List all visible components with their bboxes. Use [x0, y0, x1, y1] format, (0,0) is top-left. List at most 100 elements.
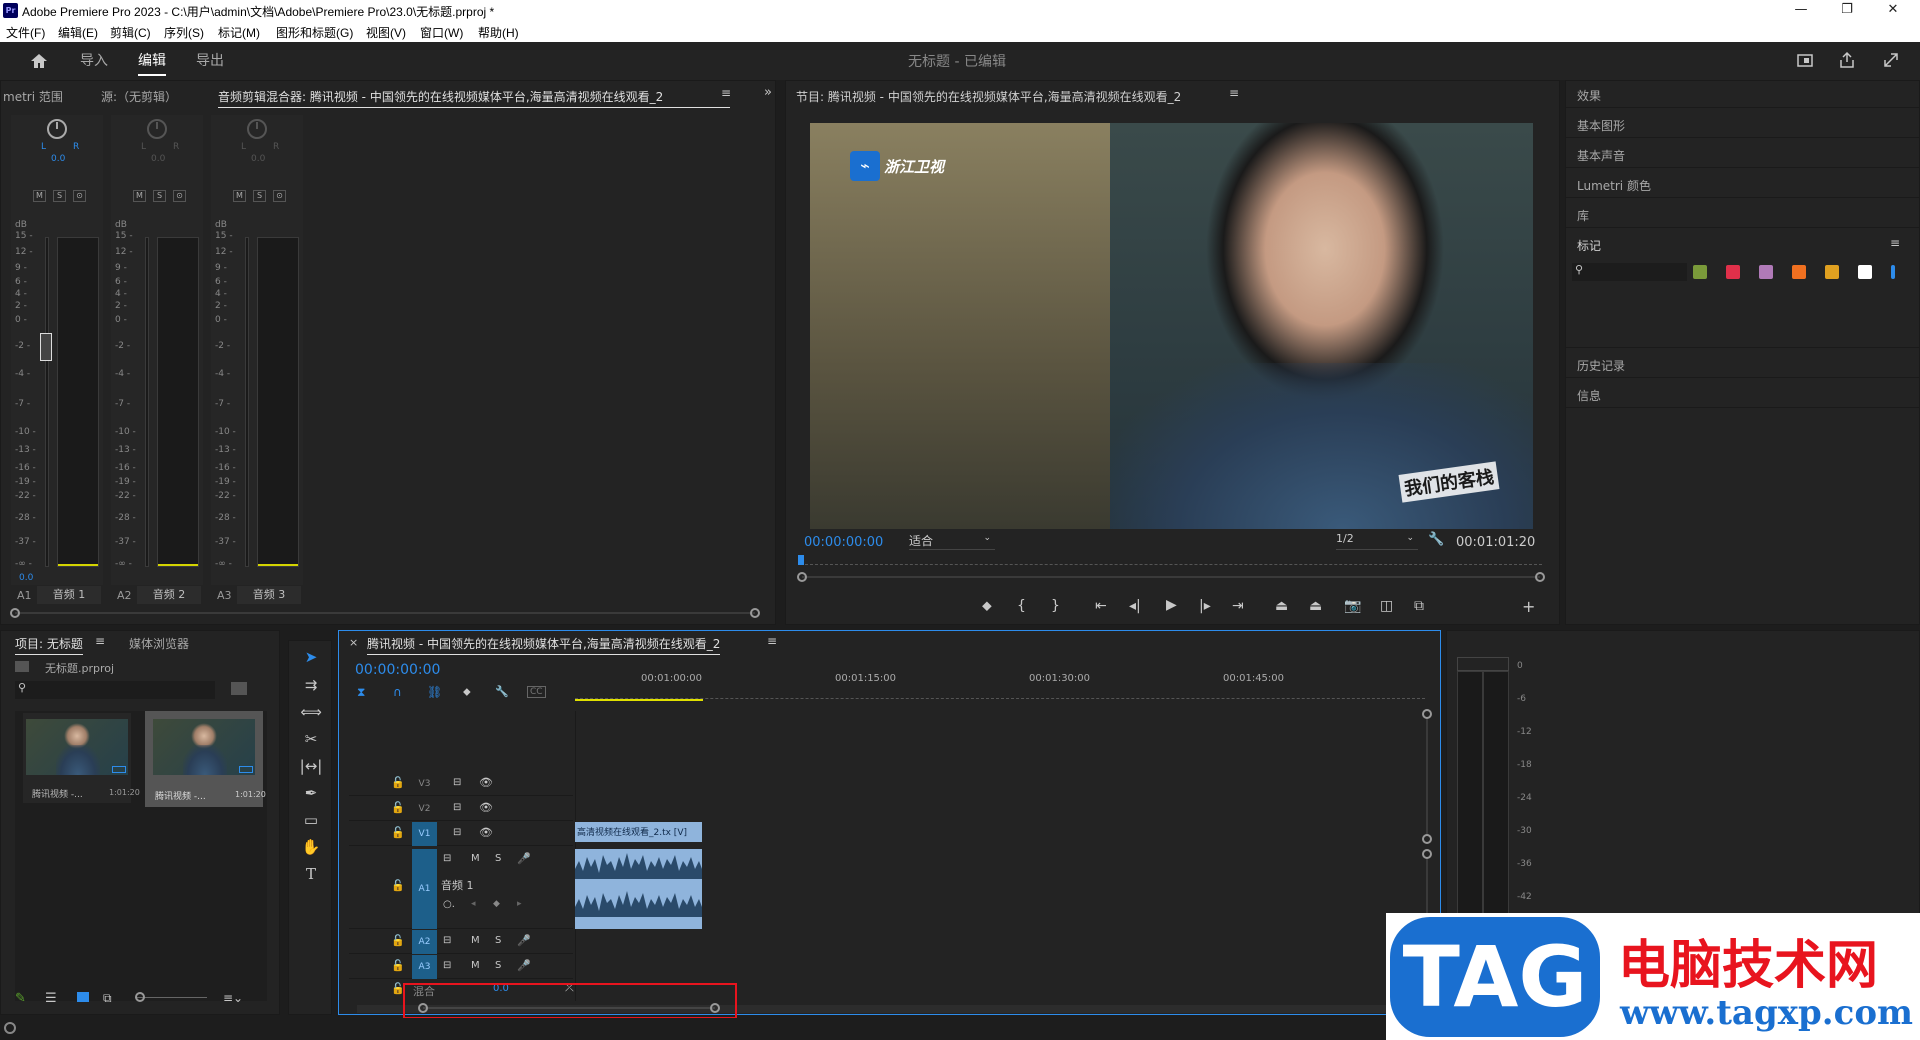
panel-info[interactable]: 信息: [1577, 387, 1601, 404]
marker-color-red[interactable]: [1726, 265, 1740, 279]
panel-effects[interactable]: 效果: [1577, 87, 1601, 104]
solo-track-button[interactable]: S: [495, 853, 501, 864]
pan-knob[interactable]: [247, 119, 267, 139]
slip-tool-icon[interactable]: |↔|: [299, 754, 323, 778]
zoom-scrollbar[interactable]: [802, 576, 1540, 578]
record-button[interactable]: ⊙: [173, 190, 186, 202]
mute-track-button[interactable]: M: [471, 935, 480, 946]
marker-color-orange[interactable]: [1792, 265, 1806, 279]
new-bin-icon[interactable]: [231, 682, 247, 695]
panel-history[interactable]: 历史记录: [1577, 357, 1625, 374]
zoom-level-dropdown[interactable]: 适合 ⌄: [909, 532, 995, 550]
nest-toggle-icon[interactable]: ⧗: [357, 685, 365, 700]
panel-menu-icon[interactable]: ≡: [1890, 236, 1900, 250]
tab-source[interactable]: 源:（无剪辑）: [101, 88, 177, 105]
freeform-view-icon[interactable]: ⧉: [103, 991, 112, 1006]
restore-button[interactable]: ❐: [1824, 0, 1870, 22]
close-button[interactable]: ✕: [1870, 0, 1916, 22]
ripple-edit-tool-icon[interactable]: ⟺: [299, 700, 323, 724]
menu-sequence[interactable]: 序列(S): [164, 24, 204, 41]
scroll-handle-right[interactable]: [750, 608, 760, 618]
list-view-icon[interactable]: ☰: [45, 991, 57, 1006]
timeline-timecode[interactable]: 00:00:00:00: [355, 662, 440, 678]
fullscreen-icon[interactable]: [1882, 51, 1900, 69]
playhead[interactable]: [798, 555, 804, 565]
export-frame-button[interactable]: 📷: [1344, 598, 1361, 614]
panel-menu-icon[interactable]: ≡: [767, 634, 777, 648]
menu-help[interactable]: 帮助(H): [478, 24, 519, 41]
voiceover-mic-icon[interactable]: 🎤: [517, 852, 531, 865]
record-button[interactable]: ⊙: [273, 190, 286, 202]
tab-lumetri-scopes[interactable]: metri 范围: [3, 88, 63, 105]
playhead-timecode[interactable]: 00:00:00:00: [804, 535, 883, 550]
marker-color-violet[interactable]: [1759, 265, 1773, 279]
marker-color-yellow[interactable]: [1825, 265, 1839, 279]
captions-icon[interactable]: CC: [527, 686, 546, 698]
go-to-in-button[interactable]: ⇤: [1095, 598, 1107, 614]
mark-out-button[interactable]: }: [1051, 598, 1060, 614]
linked-selection-icon[interactable]: ⛓: [427, 685, 442, 699]
track-select-tool-icon[interactable]: ⇉: [299, 673, 323, 697]
mixer-scrollbar[interactable]: [15, 612, 755, 614]
mute-track-button[interactable]: M: [471, 853, 480, 864]
snap-icon[interactable]: ∩: [393, 685, 402, 699]
panel-menu-icon[interactable]: ≡: [1229, 86, 1239, 100]
thumbnail-size-slider[interactable]: [135, 997, 207, 998]
track-target-a3[interactable]: A3: [412, 955, 437, 979]
pan-value[interactable]: 0.0: [51, 154, 65, 164]
rectangle-tool-icon[interactable]: ▭: [299, 808, 323, 832]
mute-button[interactable]: M: [33, 190, 46, 202]
add-keyframe-icon[interactable]: ◆: [493, 899, 500, 909]
step-back-button[interactable]: ◂|: [1129, 598, 1141, 614]
button-editor-button[interactable]: ⧉: [1414, 598, 1424, 614]
program-monitor-title[interactable]: 节目: 腾讯视频 - 中国领先的在线视频媒体平台,海量高清视频在线观看_2: [796, 88, 1181, 105]
mute-button[interactable]: M: [233, 190, 246, 202]
tab-media-browser[interactable]: 媒体浏览器: [129, 635, 189, 652]
add-button[interactable]: +: [1522, 597, 1535, 616]
add-marker-icon[interactable]: ⬥: [463, 685, 471, 699]
track-target-v2[interactable]: V2: [412, 797, 437, 821]
solo-track-button[interactable]: S: [495, 960, 501, 971]
toggle-output-eye-icon[interactable]: 👁: [479, 801, 493, 814]
panel-libraries[interactable]: 库: [1577, 207, 1589, 224]
toggle-output-eye-icon[interactable]: 👁: [479, 826, 493, 839]
type-tool-icon[interactable]: T: [299, 862, 323, 886]
solo-button[interactable]: S: [53, 190, 66, 202]
pencil-icon[interactable]: ✎: [15, 991, 26, 1006]
video-frame[interactable]: ⌁ 浙江卫视 我们的客栈: [810, 123, 1533, 529]
panel-essential-sound[interactable]: 基本声音: [1577, 147, 1625, 164]
share-icon[interactable]: [1838, 51, 1856, 69]
quick-export-icon[interactable]: [1796, 52, 1814, 70]
home-icon[interactable]: [30, 52, 48, 70]
settings-wrench-icon[interactable]: 🔧: [1428, 532, 1444, 547]
timeline-settings-icon[interactable]: 🔧: [495, 685, 509, 698]
voiceover-mic-icon[interactable]: 🎤: [517, 934, 531, 947]
time-ruler[interactable]: [800, 557, 1542, 565]
v-scroll-handle-bottom[interactable]: [1422, 834, 1432, 844]
marker-color-blue[interactable]: [1891, 265, 1895, 279]
solo-track-button[interactable]: S: [495, 935, 501, 946]
menu-clip[interactable]: 剪辑(C): [110, 24, 151, 41]
icon-view-icon[interactable]: [77, 992, 89, 1002]
hand-tool-icon[interactable]: ✋: [299, 835, 323, 859]
marker-color-white[interactable]: [1858, 265, 1872, 279]
lift-button[interactable]: ⏏: [1275, 598, 1288, 614]
step-forward-button[interactable]: |▸: [1199, 598, 1211, 614]
marker-color-green[interactable]: [1693, 265, 1707, 279]
menu-file[interactable]: 文件(F): [6, 24, 45, 41]
add-marker-button[interactable]: ⬥: [982, 598, 992, 614]
solo-button[interactable]: S: [253, 190, 266, 202]
scroll-handle-left[interactable]: [797, 572, 807, 582]
close-sequence-icon[interactable]: ×: [349, 636, 358, 649]
toggle-output-eye-icon[interactable]: 👁: [479, 776, 493, 789]
sort-icon[interactable]: ≡⌄: [223, 991, 243, 1005]
track-target-v3[interactable]: V3: [412, 772, 437, 796]
scroll-handle-right[interactable]: [1535, 572, 1545, 582]
scroll-handle-left[interactable]: [10, 608, 20, 618]
track-target-a1[interactable]: A1: [412, 849, 437, 929]
markers-search-input[interactable]: ⚲: [1572, 263, 1687, 281]
tab-audio-clip-mixer[interactable]: 音频剪辑混合器: 腾讯视频 - 中国领先的在线视频媒体平台,海量高清视频在线观看…: [218, 88, 730, 108]
panel-lumetri-color[interactable]: Lumetri 颜色: [1577, 177, 1651, 194]
extract-button[interactable]: ⏏: [1309, 598, 1322, 614]
mute-button[interactable]: M: [133, 190, 146, 202]
